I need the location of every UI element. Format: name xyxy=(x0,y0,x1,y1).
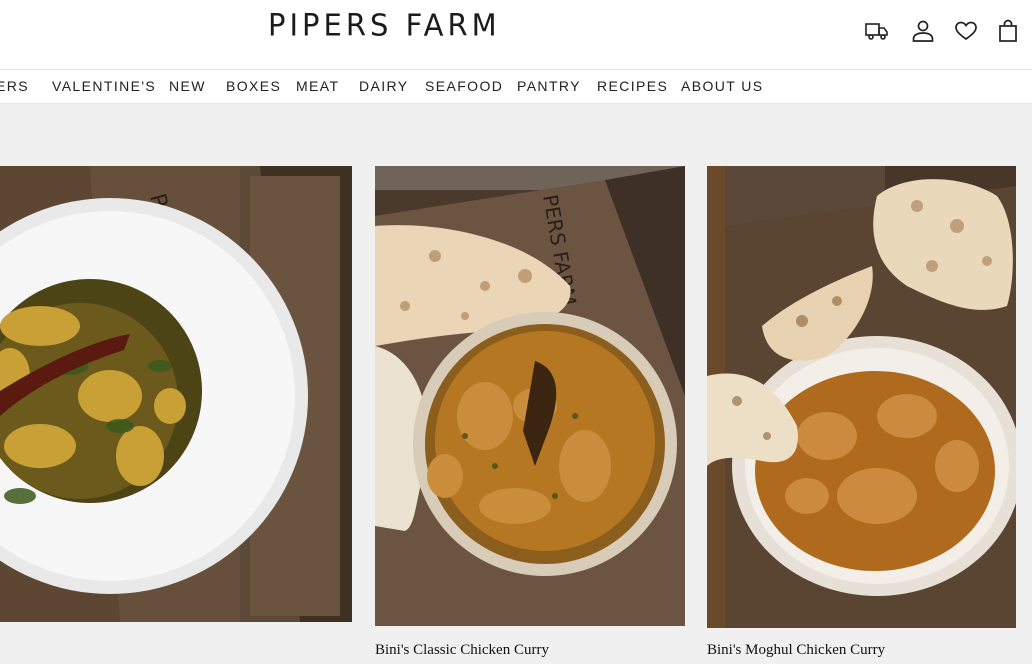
nav-item-about-us[interactable]: ABOUT US xyxy=(681,78,764,94)
recipe-image[interactable]: PER xyxy=(0,166,352,622)
recipe-image[interactable]: PERS FARM xyxy=(375,166,685,626)
main-navigation: ERS VALENTINE'S NEW BOXES MEAT DAIRY SEA… xyxy=(0,70,1032,104)
site-header: PIPERS FARM xyxy=(0,0,1032,70)
nav-item-boxes[interactable]: BOXES xyxy=(226,78,281,94)
delivery-truck-icon[interactable] xyxy=(864,18,890,44)
nav-item-new[interactable]: NEW xyxy=(169,78,206,94)
nav-item-meat[interactable]: MEAT xyxy=(296,78,339,94)
site-logo[interactable]: PIPERS FARM xyxy=(268,7,501,43)
recipe-title[interactable]: Bini's Moghul Chicken Curry xyxy=(707,642,885,659)
recipe-image[interactable] xyxy=(707,166,1016,628)
nav-item-pantry[interactable]: PANTRY xyxy=(517,78,581,94)
wishlist-heart-icon[interactable] xyxy=(953,18,979,44)
shopping-bag-icon[interactable] xyxy=(995,18,1021,44)
nav-item-recipes[interactable]: RECIPES xyxy=(597,78,668,94)
nav-item-valentines[interactable]: VALENTINE'S xyxy=(52,78,156,94)
recipe-title[interactable]: Bini's Classic Chicken Curry xyxy=(375,642,549,659)
nav-item-seafood[interactable]: SEAFOOD xyxy=(425,78,503,94)
nav-item-dairy[interactable]: DAIRY xyxy=(359,78,409,94)
nav-item-partial[interactable]: ERS xyxy=(0,78,29,94)
account-icon[interactable] xyxy=(910,18,936,44)
